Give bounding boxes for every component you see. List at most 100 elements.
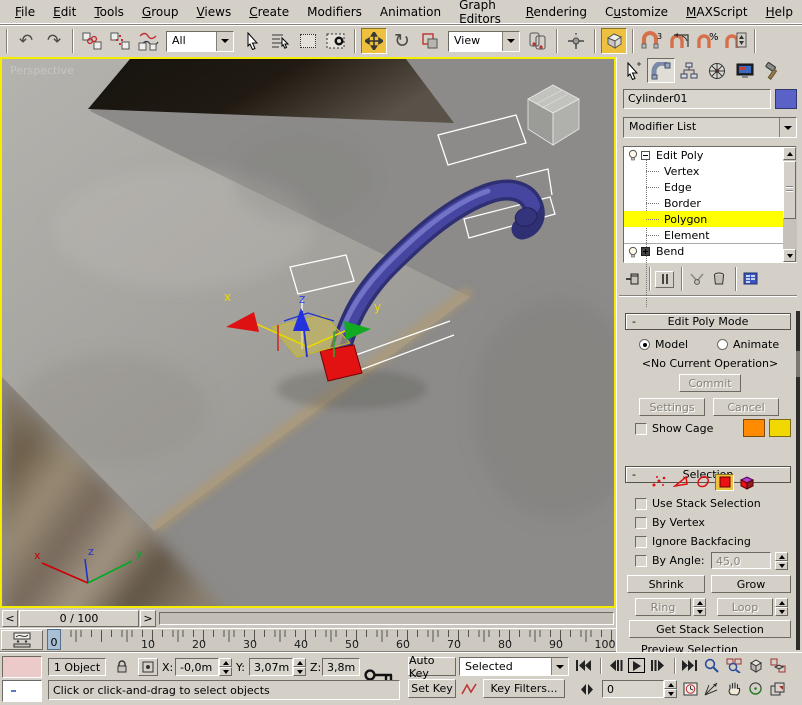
stack-row-edge[interactable]: Edge <box>624 179 796 195</box>
auto-key-button[interactable]: Auto Key <box>408 657 456 676</box>
stack-row-vertex[interactable]: Vertex <box>624 163 796 179</box>
polygon-subobject-icon-active[interactable] <box>715 474 734 491</box>
window-crossing-toggle-icon[interactable] <box>323 28 349 54</box>
key-filters-button[interactable]: Key Filters... <box>483 679 565 698</box>
edge-subobject-icon[interactable] <box>671 474 690 491</box>
commit-button[interactable]: Commit <box>679 374 741 392</box>
selection-lock-toggle-icon[interactable] <box>112 658 132 676</box>
expand-box-icon[interactable] <box>641 247 650 256</box>
zoom-icon[interactable] <box>702 657 721 674</box>
toolbar-handle[interactable] <box>6 29 8 53</box>
field-of-view-icon[interactable] <box>702 680 721 697</box>
macro-recorder-field[interactable] <box>2 656 42 678</box>
settings-button[interactable]: Settings <box>639 398 705 416</box>
select-by-name-icon[interactable] <box>267 28 293 54</box>
time-slider-track[interactable] <box>159 612 614 625</box>
pin-stack-icon[interactable] <box>623 271 642 288</box>
show-end-result-icon[interactable] <box>655 271 674 288</box>
ignore-backfacing-checkbox[interactable]: Ignore Backfacing <box>635 535 751 548</box>
next-frame-icon[interactable] <box>648 657 667 674</box>
loop-spinner[interactable] <box>775 598 788 616</box>
arc-rotate-icon[interactable] <box>746 680 765 697</box>
maxscript-mini-listener[interactable] <box>2 680 42 702</box>
snaps-toggle-3d-icon[interactable]: 3 <box>639 28 665 54</box>
x-coordinate-field[interactable]: -0,0m <box>175 658 219 676</box>
redo-icon[interactable]: ↷ <box>41 28 67 54</box>
menu-edit[interactable]: Edit <box>44 1 85 23</box>
modifier-enabled-bulb-icon[interactable] <box>627 246 639 258</box>
reference-coordinate-dropdown[interactable]: View <box>448 31 520 52</box>
model-radio[interactable]: Model <box>639 338 688 351</box>
time-configuration-icon[interactable] <box>681 681 700 698</box>
stack-row-edit-poly[interactable]: Edit Poly <box>624 147 796 163</box>
play-animation-icon[interactable] <box>628 658 645 673</box>
zoom-all-icon[interactable] <box>724 657 743 674</box>
y-coordinate-field[interactable]: 3,07m <box>249 658 293 676</box>
make-unique-icon[interactable] <box>687 271 706 288</box>
panel-scrollbar[interactable] <box>796 311 800 650</box>
go-to-start-icon[interactable] <box>574 657 593 674</box>
angle-snap-toggle-icon[interactable] <box>667 28 693 54</box>
utilities-tab-icon[interactable] <box>759 58 787 83</box>
scrollbar-thumb[interactable] <box>783 161 796 219</box>
collapse-box-icon[interactable] <box>641 151 650 160</box>
modifier-enabled-bulb-icon[interactable] <box>627 149 639 161</box>
perspective-viewport[interactable]: x y z x z y Perspective <box>0 57 616 608</box>
ring-spinner[interactable] <box>693 598 706 616</box>
select-object-icon[interactable] <box>239 28 265 54</box>
time-slider[interactable]: 0 / 100 <box>19 610 139 627</box>
undo-icon[interactable]: ↶ <box>13 28 39 54</box>
by-vertex-checkbox[interactable]: By Vertex <box>635 516 705 529</box>
show-cage-checkbox[interactable]: Show Cage <box>635 422 713 435</box>
frame-spinner[interactable] <box>664 680 677 698</box>
min-max-toggle-icon[interactable] <box>768 680 787 697</box>
menu-maxscript[interactable]: MAXScript <box>677 1 757 23</box>
previous-frame-arrow[interactable]: < <box>2 610 18 627</box>
remove-modifier-icon[interactable] <box>709 271 728 288</box>
scroll-up-icon[interactable] <box>783 147 796 160</box>
menu-customize[interactable]: Customize <box>596 1 677 23</box>
frame-marker[interactable]: 0 <box>47 629 61 650</box>
border-subobject-icon[interactable] <box>693 474 712 491</box>
by-angle-field[interactable]: 45,0 <box>711 552 771 569</box>
dropdown-arrow-icon[interactable] <box>551 658 568 675</box>
loop-button[interactable]: Loop <box>717 598 773 616</box>
previous-frame-icon[interactable] <box>606 657 625 674</box>
set-key-button[interactable]: Set Key <box>408 679 456 698</box>
element-subobject-icon[interactable] <box>737 474 756 491</box>
zoom-extents-all-icon[interactable] <box>768 657 787 674</box>
stack-row-element[interactable]: Element <box>624 227 796 243</box>
menu-views[interactable]: Views <box>187 1 240 23</box>
by-angle-spinner[interactable] <box>775 552 788 570</box>
keyboard-shortcut-override-icon[interactable] <box>601 28 627 54</box>
select-and-link-icon[interactable] <box>79 28 105 54</box>
menu-help[interactable]: Help <box>757 1 802 23</box>
use-stack-selection-checkbox[interactable]: Use Stack Selection <box>635 497 761 510</box>
cancel-button[interactable]: Cancel <box>713 398 779 416</box>
object-name-field[interactable]: Cylinder01 <box>623 89 771 109</box>
key-mode-dropdown[interactable]: Selected <box>459 657 569 676</box>
menu-tools[interactable]: Tools <box>85 1 133 23</box>
scroll-down-icon[interactable] <box>783 249 796 262</box>
open-mini-curve-editor-button[interactable] <box>1 630 43 650</box>
animate-radio[interactable]: Animate <box>717 338 779 351</box>
menu-animation[interactable]: Animation <box>371 1 450 23</box>
vertex-subobject-icon[interactable] <box>649 474 668 491</box>
modifier-list-dropdown[interactable]: Modifier List <box>623 117 797 138</box>
viewport-label[interactable]: Perspective <box>10 64 74 77</box>
cage-color-swatch[interactable] <box>743 419 765 437</box>
create-tab-icon[interactable] <box>619 58 647 83</box>
menu-group[interactable]: Group <box>133 1 188 23</box>
get-stack-selection-button[interactable]: Get Stack Selection <box>629 620 791 638</box>
stack-row-polygon-selected[interactable]: Polygon <box>624 211 796 227</box>
bind-to-space-warp-icon[interactable] <box>135 28 161 54</box>
pan-icon[interactable] <box>724 680 743 697</box>
dropdown-arrow-icon[interactable] <box>502 32 519 51</box>
configure-modifier-sets-icon[interactable] <box>741 271 760 288</box>
use-pivot-point-center-icon[interactable] <box>525 28 551 54</box>
stack-scrollbar[interactable] <box>783 147 797 262</box>
x-spinner[interactable] <box>219 658 232 676</box>
z-coordinate-field[interactable]: 3,8m <box>322 658 360 676</box>
spinner-snap-toggle-icon[interactable] <box>723 28 749 54</box>
object-color-swatch[interactable] <box>775 89 797 109</box>
